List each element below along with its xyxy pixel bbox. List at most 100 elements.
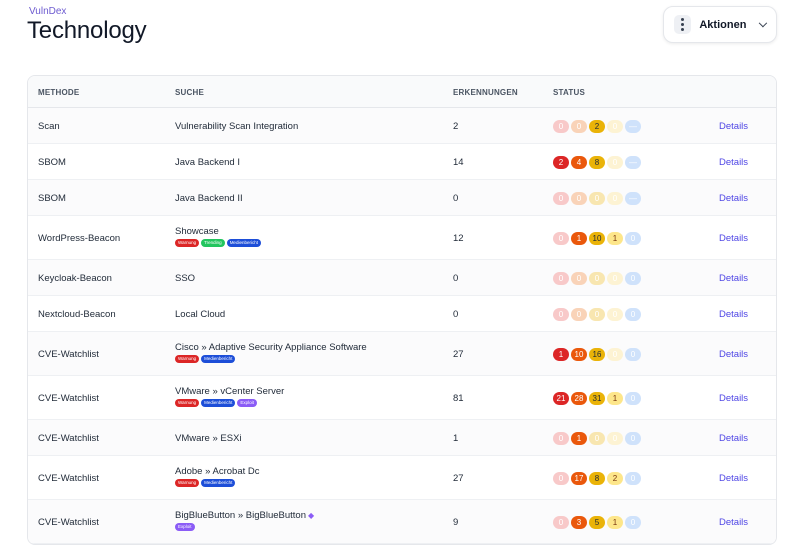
status-badges: 00000 [553, 271, 641, 285]
method-cell: CVE-Watchlist [38, 392, 99, 404]
chevron-down-icon [759, 18, 768, 28]
status-badges: 1 10 16 0 0 [553, 347, 641, 361]
detections-cell: 0 [453, 272, 459, 284]
search-label: VMware » vCenter Server [175, 386, 285, 397]
column-header-method[interactable]: METHODE [38, 88, 79, 97]
details-link[interactable]: Details [719, 473, 748, 484]
details-link[interactable]: Details [719, 393, 748, 404]
tag-medienbericht: Medienbericht [201, 355, 236, 363]
search-cell: Java Backend I [175, 157, 240, 168]
status-badge-medium: 0 [589, 191, 605, 205]
status-badges: 03510 [553, 515, 641, 529]
details-link[interactable]: Details [719, 121, 748, 132]
column-header-status[interactable]: STATUS [553, 88, 585, 97]
table-row[interactable]: Scan Vulnerability Scan Integration 2 0 0 2 0—… [28, 108, 776, 144]
table-row[interactable]: SBOM Java Backend I 14 2 4 8 0— Details [28, 144, 776, 180]
status-badge-critical: 0 [553, 431, 569, 445]
more-vertical-icon [674, 15, 692, 34]
status-badges: 01000 [553, 431, 641, 445]
status-badge-critical: 21 [553, 391, 569, 405]
tag-warnung: Warnung [175, 355, 200, 363]
search-label: Local Cloud [175, 308, 226, 320]
technology-table: METHODE SUCHE ERKENNUNGEN STATUS Scan Vul… [27, 75, 777, 545]
search-cell: Cisco » Adaptive Security Appliance Soft… [175, 342, 367, 363]
details-link[interactable]: Details [719, 309, 748, 320]
status-badge-low: 1 [607, 231, 623, 245]
status-badge-medium: 8 [589, 155, 605, 169]
status-badge-critical: 2 [553, 155, 569, 169]
table-row[interactable]: CVE-Watchlist VMware » ESXi 1 0 1 0 0 0 Details [28, 420, 776, 456]
status-badges: 2 4 8 0— [553, 155, 641, 169]
search-label: Adobe » Acrobat Dc [175, 466, 260, 477]
status-badge-medium: 31 [589, 391, 605, 405]
status-badge-high: 28 [571, 391, 587, 405]
status-badge-high: 3 [571, 515, 587, 529]
table-row[interactable]: CVE-Watchlist Cisco » Adaptive Security A… [28, 332, 776, 376]
table-row[interactable]: CVE-Watchlist VMware » vCenter Server Warn… [28, 376, 776, 420]
detections-cell: 81 [453, 392, 464, 404]
tag-medienbericht: Medienbericht [201, 479, 236, 487]
status-badge-medium: 0 [589, 431, 605, 445]
actions-label: Aktionen [699, 18, 747, 31]
table-header: METHODE SUCHE ERKENNUNGEN STATUS [28, 76, 776, 108]
table-row[interactable]: Keycloak-Beacon SSO 0 0 0 0 0 0 Details [28, 260, 776, 296]
status-badge-medium: 10 [589, 231, 605, 245]
status-badge-high: 0 [571, 119, 587, 133]
details-link[interactable]: Details [719, 517, 748, 528]
detections-cell: 1 [453, 432, 459, 444]
details-link[interactable]: Details [719, 193, 748, 204]
search-label: Vulnerability Scan Integration [175, 120, 299, 132]
method-cell: Keycloak-Beacon [38, 272, 112, 284]
details-link[interactable]: Details [719, 157, 748, 168]
column-header-detections[interactable]: ERKENNUNGEN [453, 88, 518, 97]
actions-button[interactable]: Aktionen [663, 6, 777, 43]
details-link[interactable]: Details [719, 273, 748, 284]
status-badge-high: 0 [571, 191, 587, 205]
status-badge-high: 4 [571, 155, 587, 169]
status-badge-critical: 0 [553, 307, 569, 321]
status-badge-info: 0 [625, 231, 641, 245]
status-badge-critical: 0 [553, 231, 569, 245]
table-row[interactable]: SBOM Java Backend II 0 0 0 0 0— Details [28, 180, 776, 216]
status-badge-info: — [625, 191, 641, 205]
tag-warnung: Warnung [175, 479, 200, 487]
column-header-search[interactable]: SUCHE [175, 88, 204, 97]
method-cell: CVE-Watchlist [38, 516, 99, 528]
detections-cell: 0 [453, 308, 459, 320]
status-badge-info: 0 [625, 347, 641, 361]
status-badges: 0 1 10 1 0 [553, 231, 641, 245]
status-badge-info: — [625, 119, 641, 133]
search-cell: BigBlueButton » BigBlueButton ◆ Exploit [175, 510, 314, 531]
table-row[interactable]: CVE-Watchlist Adobe » Acrobat Dc Warnung Me… [28, 456, 776, 500]
status-badge-low: 1 [607, 391, 623, 405]
details-link[interactable]: Details [719, 349, 748, 360]
detections-cell: 12 [453, 232, 464, 244]
table-row[interactable]: WordPress-Beacon Showcase Warnung Trending M… [28, 216, 776, 260]
status-badge-low: 0 [607, 347, 623, 361]
status-badge-info: 0 [625, 307, 641, 321]
method-cell: CVE-Watchlist [38, 432, 99, 444]
status-badge-medium: 8 [589, 471, 605, 485]
status-badge-low: 0 [607, 307, 623, 321]
status-badge-low: 0 [607, 431, 623, 445]
status-badge-high: 1 [571, 231, 587, 245]
status-badges: 00000 [553, 307, 641, 321]
search-cell: SSO [175, 273, 195, 284]
table-row[interactable]: CVE-Watchlist BigBlueButton » BigBlueButt… [28, 500, 776, 544]
gem-icon: ◆ [307, 511, 315, 520]
status-badge-info: 0 [625, 271, 641, 285]
breadcrumb[interactable]: VulnDex [29, 6, 66, 17]
method-cell: WordPress-Beacon [38, 232, 121, 244]
details-link[interactable]: Details [719, 433, 748, 444]
tag-exploit: Exploit [237, 399, 257, 407]
status-badge-low: 0 [607, 191, 623, 205]
details-link[interactable]: Details [719, 233, 748, 244]
method-cell: Nextcloud-Beacon [38, 308, 116, 320]
method-cell: SBOM [38, 156, 66, 168]
status-badge-medium: 0 [589, 307, 605, 321]
table-row[interactable]: Nextcloud-Beacon Local Cloud 0 0 0 0 0 0 Details [28, 296, 776, 332]
search-cell: Showcase Warnung Trending Medienbericht [175, 226, 261, 247]
tag-warnung: Warnung [175, 239, 200, 247]
search-cell: Adobe » Acrobat Dc Warnung Medienbericht [175, 466, 260, 487]
search-label: SSO [175, 272, 196, 284]
